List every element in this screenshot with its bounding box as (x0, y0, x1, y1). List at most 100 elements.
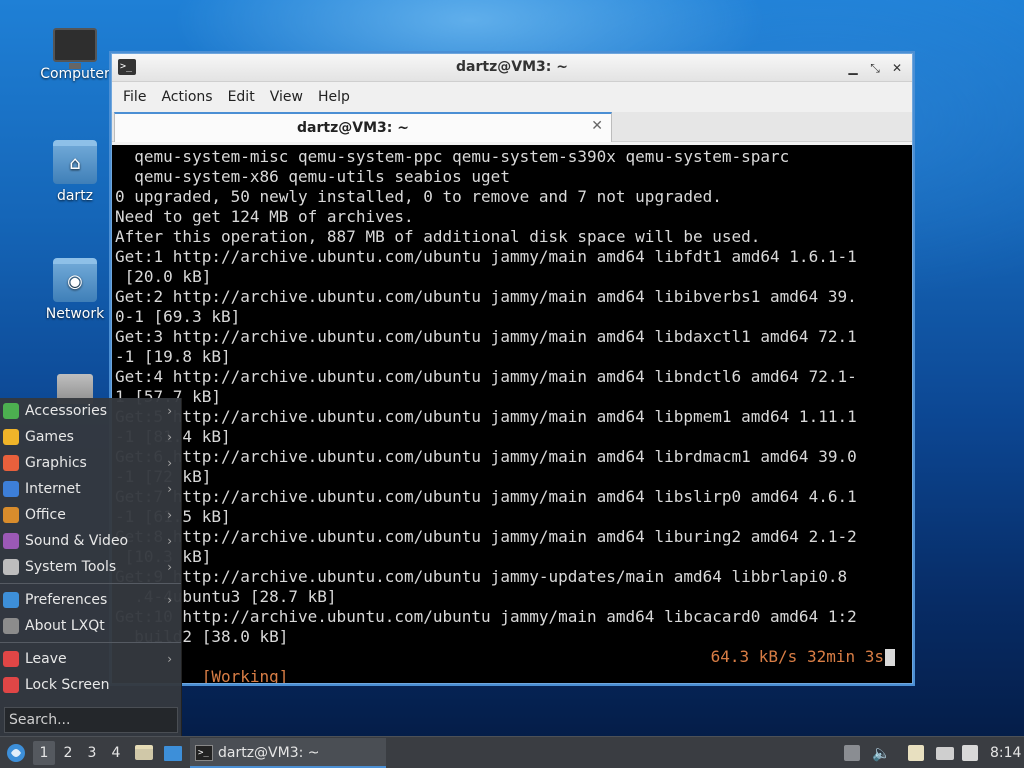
start-menu-item-label: Internet (25, 481, 81, 497)
lxqt-logo-icon (7, 744, 25, 762)
terminal-line: Get:5 http://archive.ubuntu.com/ubuntu j… (115, 407, 857, 426)
chevron-right-icon: › (167, 508, 172, 522)
preferences-icon (3, 592, 19, 608)
sound-video-icon (3, 533, 19, 549)
terminal-line: 1 [57.7 kB] (115, 387, 221, 406)
taskbar: 1 2 3 4 >_ dartz@VM3: ~ 🔈 8:14 (0, 736, 1024, 768)
workspace-3[interactable]: 3 (81, 741, 103, 765)
start-menu-item-label: Accessories (25, 403, 108, 419)
start-menu: Accessories › Games › Graphics › Internet › Offi… (0, 398, 182, 738)
start-menu-item-label: Office (25, 507, 66, 523)
eject-icon[interactable] (844, 745, 860, 761)
network-folder-icon: ◉ (53, 258, 97, 302)
chevron-right-icon: › (167, 404, 172, 418)
start-menu-item-sound-video[interactable]: Sound & Video › (0, 528, 181, 554)
graphics-icon (3, 455, 19, 471)
status-right: 64.3 kB/s 32min 3s (710, 647, 884, 666)
start-button[interactable] (5, 737, 27, 768)
terminal-line: qemu-system-misc qemu-system-ppc qemu-sy… (115, 147, 790, 166)
terminal-line: 0-1 [69.3 kB] (115, 307, 241, 326)
chevron-right-icon: › (167, 430, 172, 444)
start-menu-item-internet[interactable]: Internet › (0, 476, 181, 502)
task-label: dartz@VM3: ~ (218, 745, 320, 761)
start-menu-item-leave[interactable]: Leave › (0, 646, 181, 672)
start-menu-item-label: Sound & Video (25, 533, 129, 549)
terminal-line: Get:1 http://archive.ubuntu.com/ubuntu j… (115, 247, 857, 266)
file-manager-launcher[interactable] (134, 737, 154, 768)
start-menu-item-label: Leave (25, 651, 67, 667)
chevron-right-icon: › (167, 560, 172, 574)
start-menu-item-label: Lock Screen (25, 677, 110, 693)
start-menu-item-graphics[interactable]: Graphics › (0, 450, 181, 476)
menu-bar: File Actions Edit View Help (112, 82, 912, 112)
desktop-icon (164, 746, 182, 761)
menu-view[interactable]: View (263, 89, 311, 105)
terminal-line: Need to get 124 MB of archives. (115, 207, 414, 226)
terminal-icon: >_ (195, 745, 213, 761)
accessories-icon (3, 403, 19, 419)
chevron-right-icon: › (167, 456, 172, 470)
start-menu-item-office[interactable]: Office › (0, 502, 181, 528)
tab-terminal[interactable]: dartz@VM3: ~ ✕ (114, 112, 612, 142)
volume-icon[interactable]: 🔈 (872, 737, 891, 768)
close-button[interactable]: ✕ (888, 59, 906, 77)
start-menu-item-games[interactable]: Games › (0, 424, 181, 450)
terminal-line: Get:4 http://archive.ubuntu.com/ubuntu j… (115, 367, 857, 386)
workspace-2[interactable]: 2 (57, 741, 79, 765)
lock-icon (3, 677, 19, 693)
workspace-4[interactable]: 4 (105, 741, 127, 765)
workspace-1[interactable]: 1 (33, 741, 55, 765)
terminal-line: -1 [81.4 kB] (115, 427, 231, 446)
menu-edit[interactable]: Edit (221, 89, 263, 105)
start-menu-search-input[interactable]: Search... (4, 707, 178, 733)
folder-icon (135, 745, 153, 760)
terminal-line: qemu-system-x86 qemu-utils seabios uget (115, 167, 510, 186)
desktop-icon-label: Network (45, 306, 105, 322)
terminal-cursor (885, 649, 895, 666)
clipboard-icon[interactable] (908, 745, 924, 761)
power-icon (3, 651, 19, 667)
desktop-icon-label: dartz (56, 188, 94, 204)
window-title: dartz@VM3: ~ (456, 59, 568, 75)
desktop-icon-home[interactable]: ⌂ dartz (33, 140, 117, 204)
terminal-line: -1 [19.8 kB] (115, 347, 231, 366)
menu-file[interactable]: File (116, 89, 154, 105)
menu-actions[interactable]: Actions (154, 89, 220, 105)
terminal-output[interactable]: qemu-system-misc qemu-system-ppc qemu-sy… (112, 145, 912, 683)
show-desktop-button[interactable] (162, 737, 184, 768)
taskbar-task-terminal[interactable]: >_ dartz@VM3: ~ (190, 738, 386, 768)
network-icon[interactable] (936, 747, 954, 760)
chevron-right-icon: › (167, 534, 172, 548)
terminal-line: build2 [38.0 kB] (115, 627, 289, 646)
minimize-button[interactable]: ▁ (844, 59, 862, 77)
start-menu-item-about-lxqt[interactable]: About LXQt (0, 613, 181, 639)
start-menu-item-lock-screen[interactable]: Lock Screen (0, 672, 181, 698)
chevron-right-icon: › (167, 593, 172, 607)
terminal-line: Get:10 http://archive.ubuntu.com/ubuntu … (115, 607, 857, 626)
terminal-line: -1 [72 kB] (115, 467, 212, 486)
clock[interactable]: 8:14 (990, 737, 1021, 768)
desktop-icon-computer[interactable]: Computer (33, 22, 117, 82)
start-menu-item-label: About LXQt (25, 618, 105, 634)
start-menu-item-accessories[interactable]: Accessories › (0, 398, 181, 424)
menu-separator (0, 642, 181, 643)
chevron-right-icon: › (167, 652, 172, 666)
terminal-line: Get:9 http://archive.ubuntu.com/ubuntu j… (115, 567, 848, 586)
desktop-icon-network[interactable]: ◉ Network (33, 258, 117, 322)
window-controls: ▁ ⤡ ✕ (844, 59, 906, 77)
start-menu-item-label: System Tools (25, 559, 117, 575)
tab-close-icon[interactable]: ✕ (591, 118, 603, 134)
tab-label: dartz@VM3: ~ (297, 120, 409, 136)
start-menu-item-system-tools[interactable]: System Tools › (0, 554, 181, 580)
start-menu-item-label: Games (25, 429, 74, 445)
update-notifier-icon[interactable] (962, 745, 978, 761)
terminal-line: .4-4ubuntu3 [28.7 kB] (115, 587, 337, 606)
tab-strip: dartz@VM3: ~ ✕ (112, 112, 912, 142)
status-left: [Working] (172, 667, 289, 683)
restore-button[interactable]: ⤡ (866, 59, 884, 77)
start-menu-item-preferences[interactable]: Preferences › (0, 587, 181, 613)
terminal-line: Get:3 http://archive.ubuntu.com/ubuntu j… (115, 327, 857, 346)
window-titlebar[interactable]: >_ dartz@VM3: ~ ▁ ⤡ ✕ (112, 54, 912, 82)
menu-help[interactable]: Help (311, 89, 358, 105)
games-icon (3, 429, 19, 445)
